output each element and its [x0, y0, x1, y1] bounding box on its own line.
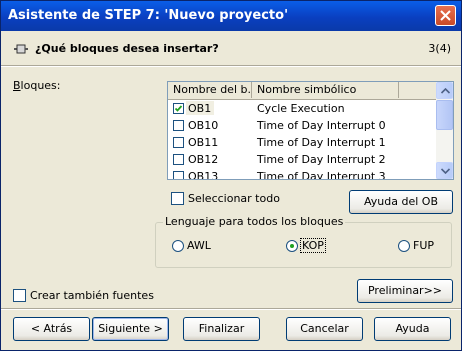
step-indicator: 3(4) [428, 42, 451, 55]
window-title: Asistente de STEP 7: 'Nuevo proyecto' [8, 8, 289, 23]
close-icon [440, 10, 451, 21]
select-all-checkbox[interactable] [171, 192, 184, 205]
next-button[interactable]: Siguiente > [92, 317, 169, 341]
list-header: Nombre del b... Nombre simbólico [168, 82, 437, 100]
block-symbol: Time of Day Interrupt 0 [257, 119, 386, 132]
row-checkbox[interactable] [173, 154, 184, 165]
list-row[interactable]: OB11 Time of Day Interrupt 1 [168, 134, 437, 151]
block-symbol: Cycle Execution [257, 102, 345, 115]
radio-kop[interactable] [286, 240, 298, 252]
select-all-label[interactable]: Seleccionar todo [188, 192, 280, 205]
row-checkbox[interactable] [173, 120, 184, 131]
close-button[interactable] [435, 5, 456, 26]
create-sources-checkbox[interactable] [13, 289, 26, 302]
wizard-window: Asistente de STEP 7: 'Nuevo proyecto' ¿Q… [0, 0, 462, 351]
list-row[interactable]: OB13 Time of Day Interrupt 3 [168, 168, 437, 180]
list-row[interactable]: OB12 Time of Day Interrupt 2 [168, 151, 437, 168]
vertical-scrollbar[interactable] [436, 82, 453, 179]
block-name: OB13 [188, 170, 219, 180]
block-name: OB10 [188, 119, 219, 132]
block-symbol: Time of Day Interrupt 1 [257, 136, 386, 149]
scroll-up-button[interactable] [436, 82, 453, 99]
scroll-down-button[interactable] [436, 162, 453, 179]
row-checkbox[interactable] [173, 137, 184, 148]
title-bar[interactable]: Asistente de STEP 7: 'Nuevo proyecto' [1, 1, 461, 31]
checkmark-icon [174, 105, 183, 112]
radio-kop-label[interactable]: KOP [300, 238, 326, 253]
blocks-label: Bloques: [13, 79, 61, 92]
row-checkbox[interactable] [173, 103, 184, 114]
preview-button[interactable]: Preliminar>> [357, 279, 453, 303]
block-name: OB1 [188, 102, 212, 115]
block-icon [14, 44, 28, 54]
cancel-button[interactable]: Cancelar [286, 317, 363, 341]
block-symbol: Time of Day Interrupt 3 [257, 170, 386, 180]
list-row[interactable]: OB10 Time of Day Interrupt 0 [168, 117, 437, 134]
blocks-list[interactable]: Nombre del b... Nombre simbólico OB1 Cyc… [167, 81, 454, 180]
radio-selected-dot [290, 244, 294, 248]
row-checkbox[interactable] [173, 171, 184, 179]
finish-button[interactable]: Finalizar [183, 317, 260, 341]
block-name: OB12 [188, 153, 219, 166]
list-row[interactable]: OB1 Cycle Execution [168, 100, 437, 117]
scroll-thumb[interactable] [436, 100, 453, 130]
scroll-up-icon [441, 88, 450, 94]
radio-awl[interactable] [172, 240, 184, 252]
help-ob-button[interactable]: Ayuda del OB [349, 190, 453, 214]
create-sources-label[interactable]: Crear también fuentes [30, 289, 154, 302]
column-header-name[interactable]: Nombre del b... [168, 82, 252, 98]
block-name: OB11 [188, 136, 219, 149]
radio-fup-label[interactable]: FUP [413, 239, 434, 252]
help-button[interactable]: Ayuda [374, 317, 451, 341]
footer-divider [1, 308, 461, 310]
header-divider [1, 65, 461, 67]
radio-awl-label[interactable]: AWL [187, 239, 211, 252]
column-header-symbol[interactable]: Nombre simbólico [252, 82, 399, 98]
radio-fup[interactable] [398, 240, 410, 252]
wizard-question: ¿Qué bloques desea insertar? [35, 42, 219, 55]
language-group-title: Lenguaje para todos los bloques [163, 215, 346, 228]
back-button[interactable]: < Atrás [13, 317, 90, 341]
block-symbol: Time of Day Interrupt 2 [257, 153, 386, 166]
scroll-down-icon [441, 168, 450, 174]
